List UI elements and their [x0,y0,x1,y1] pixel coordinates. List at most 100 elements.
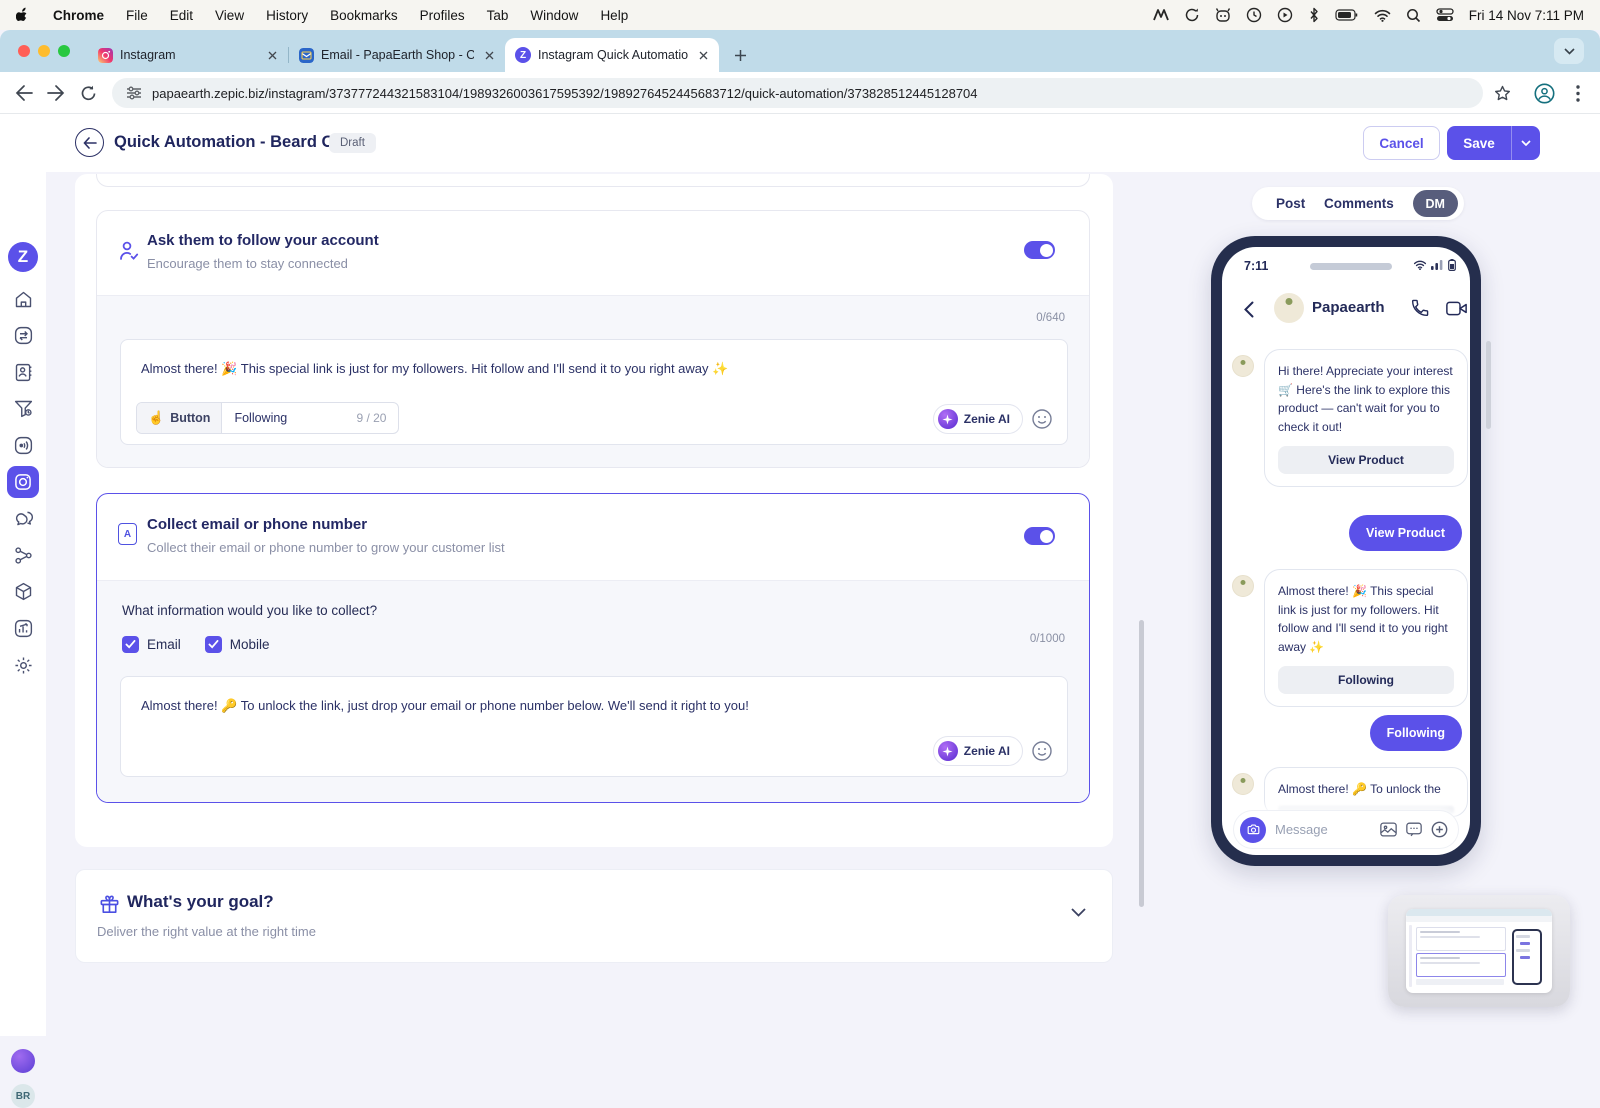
tab-close-icon[interactable] [695,47,711,63]
menu-help[interactable]: Help [600,8,628,23]
zoom-window-button[interactable] [58,45,70,57]
sticker-comment-icon[interactable] [1406,822,1422,837]
collect-message-box[interactable]: Almost there! 🔑 To unlock the link, just… [120,676,1068,777]
status-badge: Draft [329,133,376,153]
email-checkbox[interactable] [122,636,139,653]
tab-comments[interactable]: Comments [1324,196,1394,211]
following-button[interactable]: Following [1278,666,1454,694]
tab-email[interactable]: Email - PapaEarth Shop - Out [289,38,505,72]
battery-icon[interactable] [1335,9,1359,21]
mobile-checkbox-item[interactable]: Mobile [205,636,270,653]
tab-post[interactable]: Post [1276,196,1305,211]
save-label[interactable]: Save [1447,136,1511,151]
sidebar-item-segments[interactable] [7,392,39,424]
wifi-icon[interactable] [1374,9,1391,22]
minimize-window-button[interactable] [38,45,50,57]
video-call-icon[interactable] [1446,301,1467,316]
apple-logo-icon[interactable] [16,7,31,24]
call-icon[interactable] [1410,298,1430,318]
mobile-checkbox[interactable] [205,636,222,653]
sidebar-item-journeys[interactable] [7,319,39,351]
tab-search-chevron-button[interactable] [1554,38,1584,64]
play-app-icon[interactable] [1277,7,1293,23]
site-settings-icon[interactable] [126,86,142,100]
menu-edit[interactable]: Edit [170,8,193,23]
sidebar-item-settings[interactable] [7,649,39,681]
assistant-app-icon[interactable] [1215,7,1231,23]
zenie-ai-button[interactable]: Zenie AI [933,736,1023,766]
emoji-picker-icon[interactable] [1031,408,1053,430]
save-button[interactable]: Save [1447,126,1540,160]
back-button[interactable] [75,128,104,157]
cancel-button[interactable]: Cancel [1363,126,1440,160]
user-presence-avatar[interactable] [11,1049,35,1073]
zenie-ai-button[interactable]: Zenie AI [933,404,1023,434]
sidebar-item-inbox[interactable] [7,502,39,534]
back-chevron-icon[interactable] [1244,301,1254,318]
url-text[interactable]: papaearth.zepic.biz/instagram/3737772443… [152,86,978,101]
forward-icon[interactable] [44,81,68,105]
screen-share-thumbnail[interactable] [1388,895,1570,1007]
add-attachment-icon[interactable] [1431,821,1448,838]
control-center-icon[interactable] [1436,8,1454,22]
menu-history[interactable]: History [266,8,308,23]
page-header: Quick Automation - Beard Oil Draft Cance… [46,114,1600,172]
tab-close-icon[interactable] [264,47,280,63]
sidebar-item-contacts[interactable] [7,356,39,388]
follow-message-box[interactable]: Almost there! 🎉 This special link is jus… [120,339,1068,445]
goal-card[interactable]: What's your goal? Deliver the right valu… [75,869,1113,963]
chrome-menu-icon[interactable] [1566,81,1590,105]
clock-app-icon[interactable] [1246,7,1262,23]
sidebar-item-analytics[interactable] [7,612,39,644]
tab-dm-active[interactable]: DM [1413,190,1458,217]
button-text-input[interactable]: Following [222,403,356,433]
tab-instagram[interactable]: Instagram [88,38,288,72]
email-checkbox-item[interactable]: Email [122,636,181,653]
menu-view[interactable]: View [215,8,244,23]
preview-scrollbar[interactable] [1486,341,1491,429]
tab-close-icon[interactable] [481,47,497,63]
peaks-app-icon[interactable] [1153,8,1169,22]
sync-app-icon[interactable] [1184,7,1200,23]
sidebar-item-flows[interactable] [7,539,39,571]
menu-file[interactable]: File [126,8,148,23]
button-type-segment[interactable]: ☝Button [137,403,222,433]
emoji-picker-icon[interactable] [1031,740,1053,762]
menu-bookmarks[interactable]: Bookmarks [330,8,398,23]
follow-message-text[interactable]: Almost there! 🎉 This special link is jus… [141,360,1037,379]
message-input-bar[interactable]: Message [1234,811,1458,848]
bookmark-star-icon[interactable] [1490,81,1514,105]
back-icon[interactable] [12,81,36,105]
profile-avatar-icon[interactable] [1532,81,1556,105]
menubar-clock[interactable]: Fri 14 Nov 7:11 PM [1469,8,1584,23]
camera-icon[interactable] [1240,817,1266,843]
sidebar-item-broadcasts[interactable] [7,429,39,461]
zepic-logo[interactable]: Z [8,242,38,272]
user-initials-badge[interactable]: BR [11,1084,35,1108]
spotlight-search-icon[interactable] [1406,8,1421,23]
new-tab-button[interactable] [727,42,753,68]
close-window-button[interactable] [18,45,30,57]
tab-quick-automation-active[interactable]: Z Instagram Quick Automation [505,38,719,72]
menu-tab[interactable]: Tab [487,8,509,23]
bluetooth-icon[interactable] [1308,7,1320,23]
menu-profiles[interactable]: Profiles [420,8,465,23]
save-dropdown-chevron-icon[interactable] [1512,140,1540,146]
menubar-app-name[interactable]: Chrome [53,8,104,23]
menu-window[interactable]: Window [530,8,578,23]
view-product-button[interactable]: View Product [1278,446,1454,474]
dm-button-component[interactable]: ☝Button Following 9 / 20 [136,402,399,434]
content-scrollbar[interactable] [1139,620,1144,907]
contact-avatar[interactable] [1274,293,1304,323]
message-placeholder[interactable]: Message [1275,822,1371,837]
gallery-icon[interactable] [1380,822,1397,837]
follow-toggle[interactable] [1024,241,1055,259]
reload-icon[interactable] [76,81,100,105]
expand-chevron-icon[interactable] [1071,908,1086,917]
collect-toggle[interactable] [1024,527,1055,545]
sidebar-item-instagram-active[interactable] [7,466,39,498]
collect-message-text[interactable]: Almost there! 🔑 To unlock the link, just… [141,697,1037,716]
sidebar-item-products[interactable] [7,575,39,607]
url-bar[interactable]: papaearth.zepic.biz/instagram/3737772443… [112,78,1483,108]
sidebar-item-home[interactable] [7,283,39,315]
